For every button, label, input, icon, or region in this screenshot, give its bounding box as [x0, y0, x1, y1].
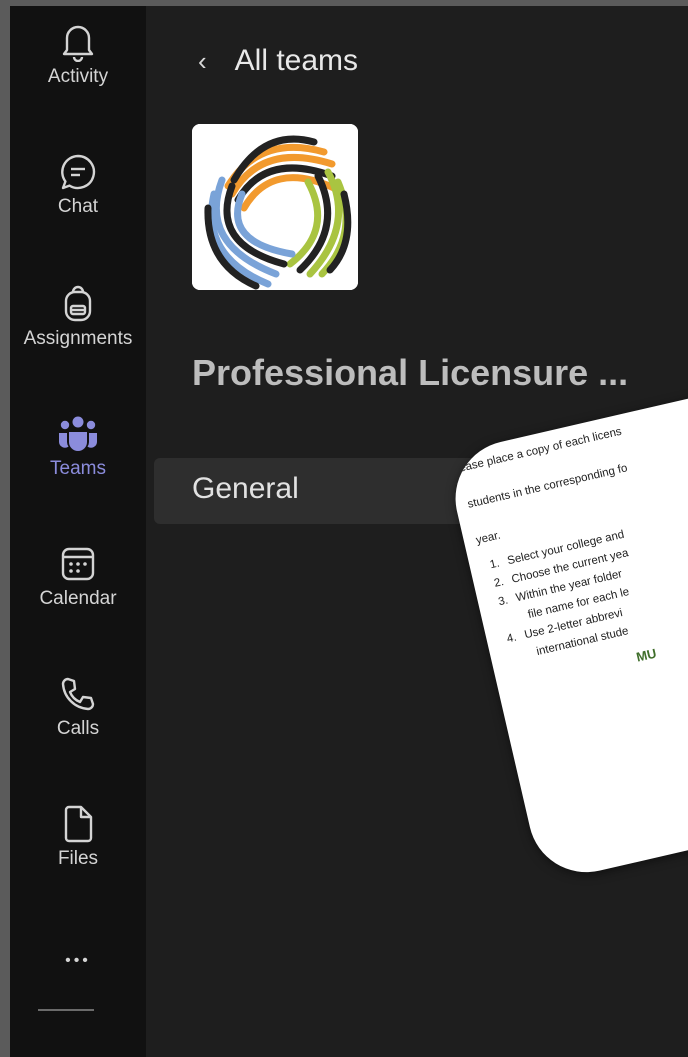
rail-item-calls[interactable]: Calls — [10, 672, 146, 782]
rail-item-chat[interactable]: Chat — [10, 150, 146, 260]
rail-item-teams[interactable]: Teams — [10, 412, 146, 522]
rail-item-assignments[interactable]: Assignments — [10, 282, 146, 392]
phone-icon — [56, 672, 100, 716]
swirl-logo-icon — [192, 124, 358, 290]
back-label: All teams — [234, 44, 359, 77]
rail-item-label: Chat — [57, 196, 99, 217]
rail-item-label: Teams — [50, 458, 106, 479]
rail-item-label: Files — [57, 848, 99, 869]
chevron-left-icon: ‹ — [198, 45, 207, 76]
back-to-all-teams-link[interactable]: ‹ All teams — [198, 38, 358, 84]
bell-icon — [56, 20, 100, 64]
rail-item-calendar[interactable]: Calendar — [10, 542, 146, 652]
chat-icon — [56, 150, 100, 194]
rail-item-files[interactable]: Files — [10, 802, 146, 912]
rail-item-label: Activity — [47, 66, 109, 87]
teams-icon — [56, 412, 100, 456]
backpack-icon — [56, 282, 100, 326]
rail-item-label: Calls — [56, 718, 100, 739]
rail-item-activity[interactable]: Activity — [10, 20, 146, 130]
file-icon — [56, 802, 100, 846]
app-rail: Activity Chat Assignments Teams Calendar… — [10, 6, 146, 1057]
channel-label: General — [192, 472, 299, 505]
rail-item-label: Calendar — [39, 588, 117, 609]
rail-item-label: Assignments — [23, 328, 133, 349]
team-name: Professional Licensure ... — [192, 352, 629, 393]
team-logo[interactable] — [192, 124, 358, 290]
calendar-icon — [56, 542, 100, 586]
more-apps-button[interactable]: ••• — [10, 952, 146, 992]
more-icon: ••• — [65, 952, 91, 969]
rail-divider — [38, 1009, 94, 1011]
